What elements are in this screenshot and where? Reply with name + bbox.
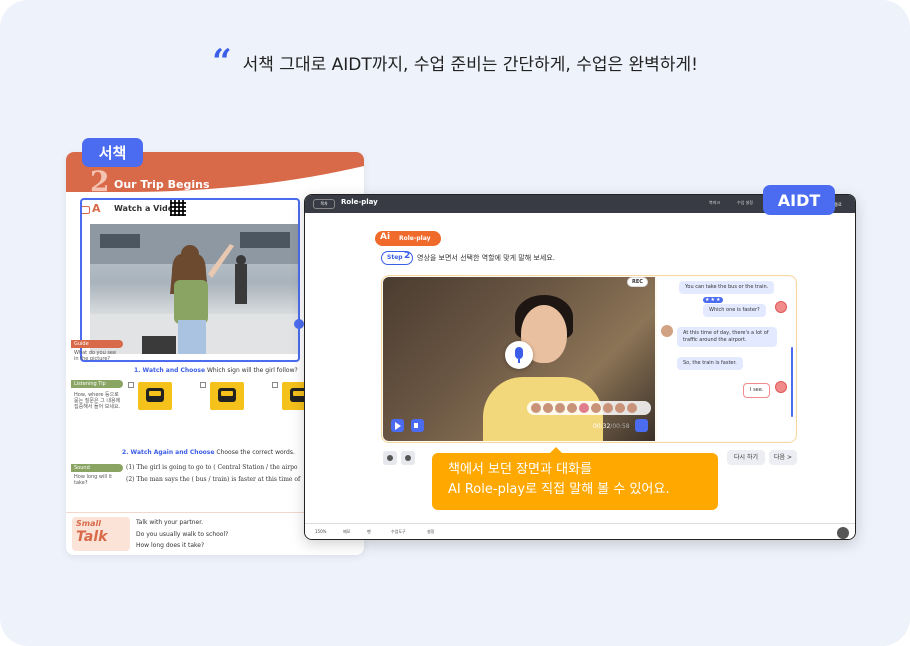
- info-icon[interactable]: [401, 451, 415, 465]
- chat-panel: You can take the bus or the train. ★★★ W…: [657, 277, 795, 441]
- retry-button[interactable]: 다시 하기: [727, 450, 765, 465]
- headline: “ 서책 그대로 AIDT까지, 수업 준비는 간단하게, 수업은 완벽하게!: [0, 41, 910, 82]
- chat-message: You can take the bus or the train.: [679, 281, 775, 294]
- video-highlight-frame: [80, 198, 300, 362]
- chat-message: At this time of day, there's a lot of tr…: [677, 327, 777, 347]
- bookmark-button[interactable]: 북마크: [709, 200, 720, 206]
- time-current: 00:32: [593, 423, 611, 430]
- settings-gear-icon[interactable]: [635, 419, 648, 432]
- user-avatar: [775, 381, 787, 393]
- small-talk-prompt: Talk with your partner.: [136, 519, 204, 526]
- scene-thumbnail[interactable]: [627, 403, 637, 413]
- microphone-icon[interactable]: [505, 341, 533, 369]
- class-tools-button[interactable]: 수업도구: [391, 529, 406, 535]
- train-sign-icon: [210, 382, 244, 410]
- book-tag: 서책: [82, 138, 143, 167]
- chat-message-user: I see.: [743, 383, 771, 398]
- q2-line-2: (2) The man says the ( bus / train) is f…: [126, 476, 301, 483]
- q2-heading-text: Choose the correct words.: [216, 449, 295, 456]
- step-number: 2: [404, 251, 411, 261]
- q2-heading-number: 2. Watch Again and Choose: [122, 449, 215, 456]
- scene-thumbnails: [527, 401, 651, 415]
- q1-checkbox-1[interactable]: [128, 382, 134, 388]
- scene-thumbnail[interactable]: [603, 403, 613, 413]
- scene-thumbnail[interactable]: [531, 403, 541, 413]
- side-text-listening: How, where 등으로 묻는 질문은 그 내용에 집중해서 들어 보세요.: [74, 392, 121, 410]
- quote-mark-icon: “: [212, 41, 231, 82]
- scene-thumbnail[interactable]: [543, 403, 553, 413]
- zoom-control[interactable]: 150%: [315, 529, 326, 534]
- connector-dot: [294, 319, 304, 329]
- pen-button[interactable]: 펜: [367, 529, 371, 535]
- q1-checkbox-2[interactable]: [200, 382, 206, 388]
- q1-heading-text: Which sign will the girl follow?: [206, 367, 298, 374]
- promo-card: “ 서책 그대로 AIDT까지, 수업 준비는 간단하게, 수업은 완벽하게! …: [0, 0, 910, 646]
- scene-thumbnail[interactable]: [567, 403, 577, 413]
- user-avatar: [775, 301, 787, 313]
- aidt-tag: AIDT: [763, 185, 835, 215]
- lesson-number: 2: [90, 165, 110, 198]
- lesson-title: Our Trip Begins: [114, 178, 210, 191]
- settings-button[interactable]: 설정: [427, 529, 434, 535]
- q1-heading-number: 1. Watch and Choose: [134, 367, 206, 374]
- scene-thumbnail-selected[interactable]: [579, 403, 589, 413]
- bus-sign-icon: [138, 382, 172, 410]
- chat-message: So, the train is faster.: [677, 357, 743, 370]
- small-talk-logo-bottom: Talk: [76, 529, 108, 545]
- settings-icon[interactable]: [383, 451, 397, 465]
- q1-checkbox-3[interactable]: [272, 382, 278, 388]
- callout-line-2: AI Role-play로 직접 말해 볼 수 있어요.: [448, 482, 670, 497]
- profile-avatar[interactable]: [837, 527, 849, 539]
- side-tag-listening: Listening Tip: [71, 380, 123, 388]
- rec-indicator: REC: [627, 277, 648, 287]
- menu-button[interactable]: 목차: [313, 199, 335, 209]
- headline-text: 서책 그대로 AIDT까지, 수업 준비는 간단하게, 수업은 완벽하게!: [242, 55, 698, 75]
- side-text-sound: How long will it take?: [74, 474, 113, 486]
- rating-stars: ★★★: [703, 297, 724, 303]
- close-button[interactable]: 종료: [826, 200, 850, 210]
- roleplay-badge-label: Role-play: [399, 235, 431, 242]
- status-bar: 150% 메모 펜 수업도구 설정: [305, 523, 855, 539]
- next-button[interactable]: 다음 >: [769, 450, 797, 465]
- small-talk-logo: Small Talk: [72, 517, 130, 551]
- time-total: /00:58: [610, 423, 630, 430]
- callout-bubble: 책에서 보던 장면과 대화를 AI Role-play로 직접 말해 볼 수 있…: [432, 447, 718, 510]
- step-instruction: 영상을 보면서 선택한 역할에 맞게 말해 보세요.: [417, 254, 555, 262]
- ai-icon: Ai: [380, 232, 391, 242]
- small-talk-q1: Do you usually walk to school?: [136, 531, 229, 538]
- class-settings-button[interactable]: 수업 설정: [737, 200, 753, 206]
- play-icon[interactable]: [391, 419, 404, 432]
- video-player[interactable]: 00:32/00:58: [383, 277, 655, 441]
- q2-heading: 2. Watch Again and Choose Choose the cor…: [122, 449, 295, 456]
- step-indicator: Step 2: [381, 251, 413, 265]
- small-talk-q2: How long does it take?: [136, 542, 205, 549]
- memo-button[interactable]: 메모: [343, 529, 350, 535]
- q2-line-1: (1) The girl is going to go to ( Central…: [126, 464, 298, 471]
- video-time: 00:32/00:58: [593, 423, 630, 430]
- roleplay-badge: Ai Role-play: [375, 231, 441, 246]
- side-text-guide: What do you see in the picture?: [74, 350, 117, 362]
- side-tag-guide: Guide: [71, 340, 123, 348]
- volume-icon[interactable]: [411, 419, 424, 432]
- scene-thumbnail[interactable]: [615, 403, 625, 413]
- q1-heading: 1. Watch and Choose Which sign will the …: [134, 367, 298, 374]
- side-tag-sound: Sound: [71, 464, 123, 472]
- step-label: Step: [387, 254, 403, 261]
- window-title: Role-play: [341, 198, 378, 206]
- scene-thumbnail[interactable]: [555, 403, 565, 413]
- callout-line-1: 책에서 보던 장면과 대화를: [448, 462, 592, 477]
- partner-avatar: [661, 325, 673, 337]
- chat-message-user: Which one is faster?: [703, 304, 766, 317]
- scene-thumbnail[interactable]: [591, 403, 601, 413]
- small-talk-logo-top: Small: [76, 519, 101, 528]
- chat-scrollbar[interactable]: [791, 347, 793, 417]
